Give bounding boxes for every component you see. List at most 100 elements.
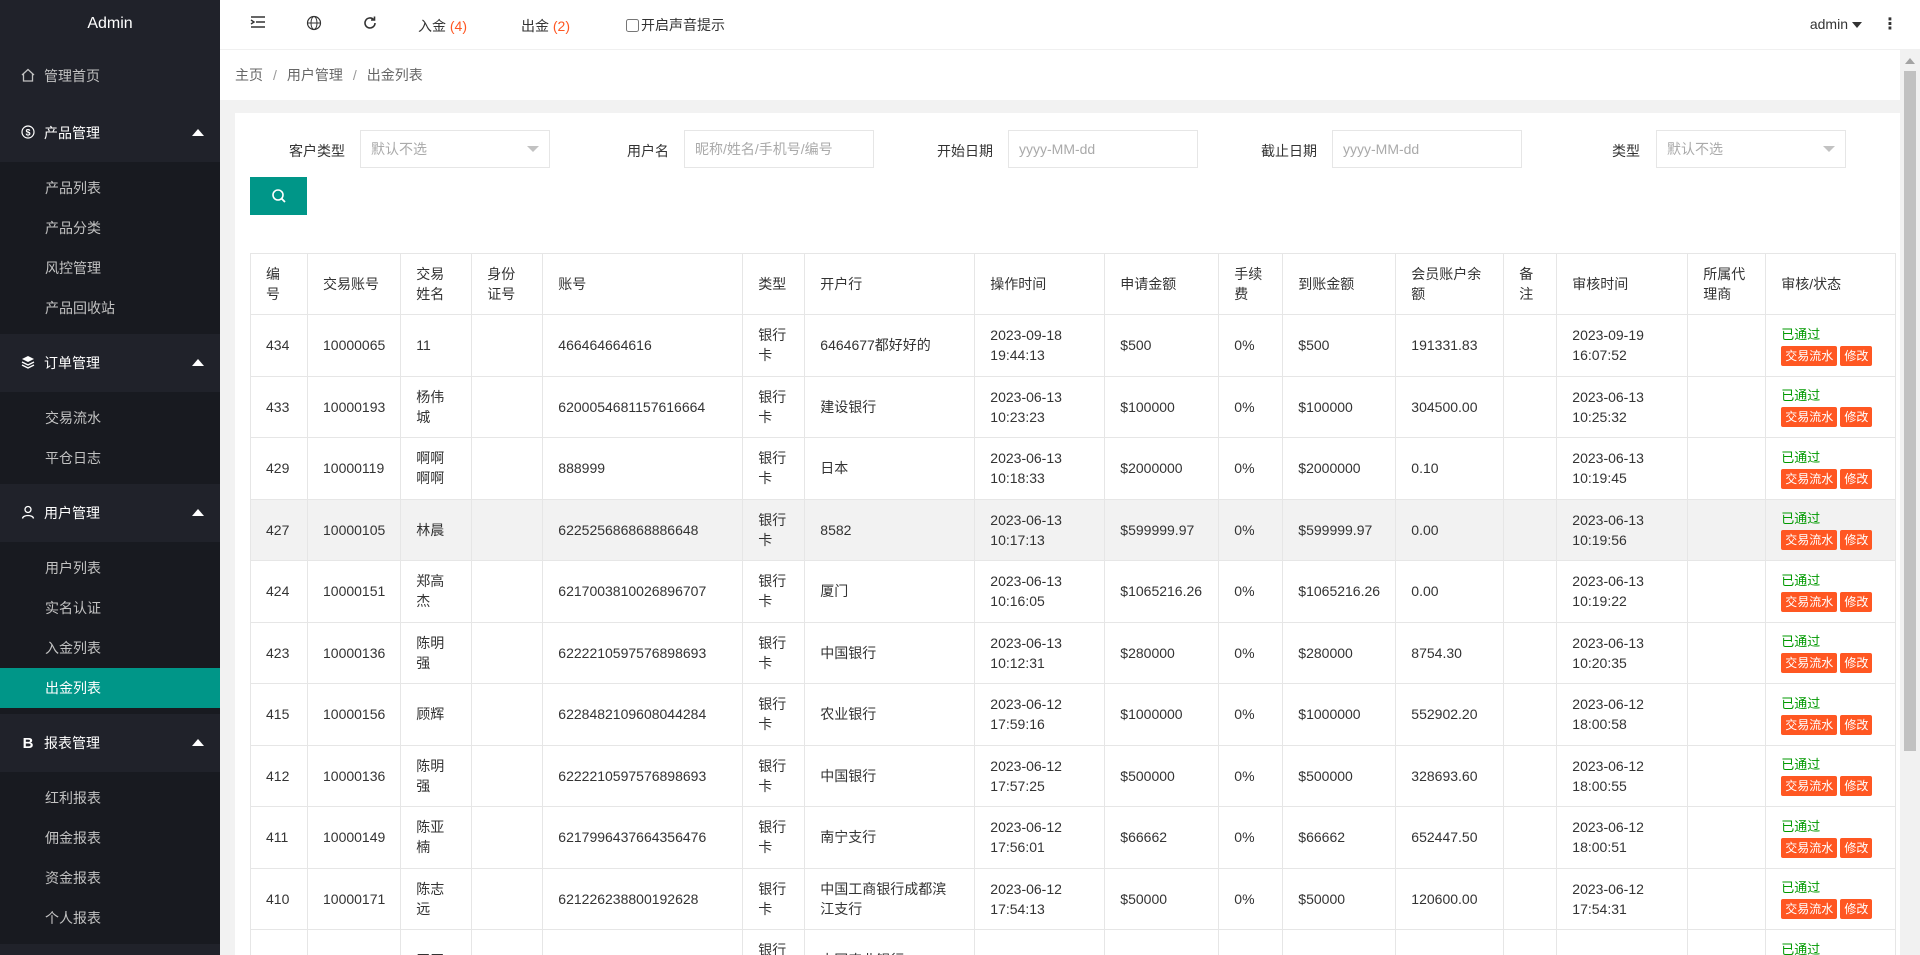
trade-flow-button[interactable]: 交易流水 xyxy=(1781,776,1838,797)
more-vertical-icon[interactable]: ⋮ xyxy=(1882,14,1898,34)
type-cell: 银行卡 xyxy=(742,437,806,500)
edit-button[interactable]: 修改 xyxy=(1840,714,1873,735)
menu-collapse-icon[interactable] xyxy=(248,15,268,35)
id-cell: 427 xyxy=(250,498,308,561)
agent-cell xyxy=(1687,314,1767,377)
customer-type-select[interactable]: 默认不选 xyxy=(360,130,550,168)
sidebar-item[interactable]: 个人报表 xyxy=(0,898,220,938)
trade-flow-button[interactable]: 交易流水 xyxy=(1781,591,1838,612)
end-date-label: 截止日期 xyxy=(1261,143,1317,159)
time-cell: 2023-06-12 17:59:16 xyxy=(974,683,1106,746)
agent-cell xyxy=(1687,560,1767,623)
user-menu[interactable]: admin xyxy=(1810,16,1862,32)
sidebar-group-label: 用户管理 xyxy=(44,505,100,521)
type-select[interactable]: 默认不选 xyxy=(1656,130,1846,168)
sidebar-item[interactable]: 产品回收站 xyxy=(0,288,220,328)
sound-checkbox[interactable] xyxy=(626,18,639,32)
apply-cell: $50000 xyxy=(1104,867,1220,930)
edit-button[interactable]: 修改 xyxy=(1840,591,1873,612)
edit-button[interactable]: 修改 xyxy=(1840,837,1873,858)
edit-button[interactable]: 修改 xyxy=(1840,468,1873,489)
acct-cell: 10000156 xyxy=(306,683,402,746)
scroll-up-icon[interactable] xyxy=(1905,58,1915,64)
action-buttons: 交易流水 修改 xyxy=(1781,591,1880,612)
trade-flow-button[interactable]: 交易流水 xyxy=(1781,837,1838,858)
audit-clock: 10:25:32 xyxy=(1572,408,1627,425)
name-cell: 郑高杰 xyxy=(400,560,473,623)
agent-cell xyxy=(1687,375,1767,438)
sidebar-item[interactable]: 佣金报表 xyxy=(0,818,220,858)
type-cell: 银行卡 xyxy=(742,867,806,930)
fee-cell: 0% xyxy=(1218,744,1284,807)
edit-button[interactable]: 修改 xyxy=(1840,407,1873,428)
sidebar-item[interactable]: 红利报表 xyxy=(0,778,220,818)
fee-cell: 0% xyxy=(1218,806,1284,869)
sidebar-item[interactable]: 产品列表 xyxy=(0,168,220,208)
sidebar-item[interactable]: 平仓日志 xyxy=(0,438,220,478)
sidebar-item[interactable]: 实名认证 xyxy=(0,588,220,628)
sidebar-group-header[interactable]: 订单管理 xyxy=(0,334,220,392)
username-input[interactable]: 昵称/姓名/手机号/编号 xyxy=(684,130,874,168)
sidebar-item[interactable]: 资金报表 xyxy=(0,858,220,898)
breadcrumb-current: 出金列表 xyxy=(366,67,423,83)
deposit-link[interactable]: 入金 (4) xyxy=(418,16,467,36)
start-date-input[interactable]: yyyy-MM-dd xyxy=(1008,130,1198,168)
column-header: 操作时间 xyxy=(974,253,1106,315)
caret-up-icon xyxy=(192,509,204,516)
bank-cell: 农业银行 xyxy=(804,683,976,746)
edit-button[interactable]: 修改 xyxy=(1840,776,1873,797)
search-button[interactable] xyxy=(250,177,307,215)
time-date: 2023-06-12 xyxy=(990,757,1062,774)
apply-cell: $1065216.26 xyxy=(1104,560,1220,623)
sidebar-submenu: 用户列表 实名认证 入金列表 出金列表 xyxy=(0,542,220,714)
dollar-icon: $ xyxy=(20,124,36,142)
recv-cell: $500 xyxy=(1282,314,1397,377)
trade-flow-button[interactable]: 交易流水 xyxy=(1781,407,1838,428)
sidebar-item[interactable]: 产品分类 xyxy=(0,208,220,248)
edit-button[interactable]: 修改 xyxy=(1840,653,1873,674)
end-date-input[interactable]: yyyy-MM-dd xyxy=(1332,130,1522,168)
agent-cell xyxy=(1687,498,1767,561)
page-scrollbar[interactable] xyxy=(1900,50,1920,955)
sidebar-item[interactable]: 用户列表 xyxy=(0,548,220,588)
breadcrumb-home[interactable]: 主页 xyxy=(235,67,263,83)
withdraw-link[interactable]: 出金 (2) xyxy=(521,16,570,36)
sidebar-item[interactable]: 出金列表 xyxy=(0,668,220,708)
trade-flow-button[interactable]: 交易流水 xyxy=(1781,899,1838,920)
audit-clock: 18:00:51 xyxy=(1572,839,1627,856)
audit-cell: 2023-06-10 xyxy=(1556,929,1689,955)
deposit-label: 入金 xyxy=(418,18,446,34)
sidebar-group-header[interactable]: 用户管理 xyxy=(0,484,220,542)
trade-flow-button[interactable]: 交易流水 xyxy=(1781,530,1838,551)
trade-flow-button[interactable]: 交易流水 xyxy=(1781,345,1838,366)
sidebar-item-home[interactable]: 管理首页 xyxy=(0,48,220,104)
search-icon xyxy=(271,189,287,207)
breadcrumb-section[interactable]: 用户管理 xyxy=(287,67,343,83)
sidebar-group: $ 产品管理产品列表 产品分类 风控管理 产品回收站 xyxy=(0,104,220,334)
globe-icon[interactable] xyxy=(304,15,324,35)
type-value: 默认不选 xyxy=(1667,141,1723,157)
card-cell: 6217996437664356476 xyxy=(542,806,744,869)
trade-flow-button[interactable]: 交易流水 xyxy=(1781,653,1838,674)
edit-button[interactable]: 修改 xyxy=(1840,530,1873,551)
audit-date: 2023-06-13 xyxy=(1572,388,1644,405)
sidebar-group: 订单管理交易流水 平仓日志 xyxy=(0,334,220,484)
trade-flow-button[interactable]: 交易流水 xyxy=(1781,468,1838,489)
idno-cell xyxy=(471,560,544,623)
id-cell: 410 xyxy=(250,867,308,930)
edit-button[interactable]: 修改 xyxy=(1840,345,1873,366)
sidebar-item[interactable]: 交易流水 xyxy=(0,398,220,438)
refresh-icon[interactable] xyxy=(360,15,380,35)
sound-toggle[interactable]: 开启声音提示 xyxy=(626,15,725,35)
edit-button[interactable]: 修改 xyxy=(1840,899,1873,920)
sidebar-item[interactable]: 入金列表 xyxy=(0,628,220,668)
scrollbar-thumb[interactable] xyxy=(1904,71,1916,751)
note-cell xyxy=(1503,929,1558,955)
note-cell xyxy=(1503,621,1558,684)
card-cell: 6200054681157616664 xyxy=(542,375,744,438)
trade-flow-button[interactable]: 交易流水 xyxy=(1781,714,1838,735)
idno-cell xyxy=(471,498,544,561)
sidebar-item[interactable]: 风控管理 xyxy=(0,248,220,288)
sidebar-group-header[interactable]: $ 产品管理 xyxy=(0,104,220,162)
sidebar-group-header[interactable]: B 报表管理 xyxy=(0,714,220,772)
